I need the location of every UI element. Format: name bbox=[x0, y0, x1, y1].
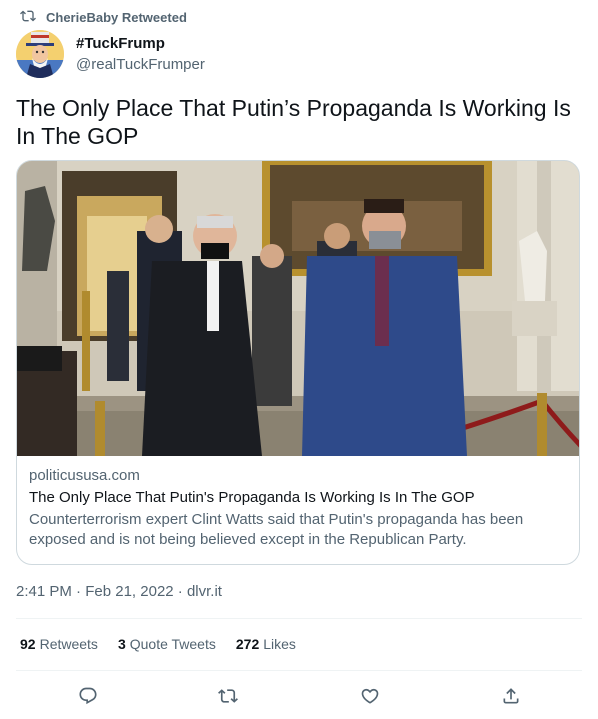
tweet-source[interactable]: dlvr.it bbox=[187, 583, 222, 600]
retweet-indicator[interactable]: CherieBaby Retweeted bbox=[20, 8, 187, 26]
likes-count: 272 bbox=[235, 636, 260, 652]
user-handle[interactable]: @realTuckFrumper bbox=[76, 55, 205, 74]
card-domain[interactable]: politicususa.com bbox=[29, 466, 567, 486]
retweet-button[interactable] bbox=[214, 682, 242, 710]
separator: · bbox=[76, 583, 82, 600]
tweet-actions bbox=[0, 682, 598, 710]
like-icon bbox=[361, 688, 379, 704]
retweets-count: 92 bbox=[20, 636, 36, 652]
tweet-time[interactable]: 2:41 PM bbox=[16, 583, 72, 600]
card-title[interactable]: The Only Place That Putin's Propaganda I… bbox=[29, 488, 567, 508]
share-button[interactable] bbox=[497, 682, 525, 710]
retweet-icon bbox=[218, 689, 238, 703]
reply-icon bbox=[79, 687, 97, 705]
retweet-label[interactable]: CherieBaby Retweeted bbox=[46, 10, 187, 25]
likes-stat[interactable]: 272 Likes bbox=[236, 636, 296, 652]
tweet-author[interactable]: #TuckFrump @realTuckFrumper bbox=[16, 30, 205, 78]
like-button[interactable] bbox=[356, 682, 384, 710]
tweet-stats: 92 Retweets 3 Quote Tweets 272 Likes bbox=[20, 636, 296, 652]
retweets-stat[interactable]: 92 Retweets bbox=[20, 636, 98, 652]
separator: · bbox=[177, 583, 183, 600]
display-name[interactable]: #TuckFrump bbox=[76, 34, 205, 53]
retweet-icon bbox=[20, 8, 36, 27]
likes-label: Likes bbox=[263, 636, 296, 652]
quote-tweets-stat[interactable]: 3 Quote Tweets bbox=[118, 636, 216, 652]
tweet-date[interactable]: Feb 21, 2022 bbox=[85, 583, 173, 600]
card-image[interactable] bbox=[17, 161, 580, 456]
share-icon bbox=[503, 688, 519, 704]
divider bbox=[16, 670, 582, 671]
link-card[interactable]: politicususa.com The Only Place That Put… bbox=[16, 160, 580, 565]
tweet-timestamp[interactable]: 2:41 PM · Feb 21, 2022 · dlvr.it bbox=[16, 583, 222, 600]
tweet-text: The Only Place That Putin’s Propaganda I… bbox=[16, 95, 571, 149]
quote-tweets-label: Quote Tweets bbox=[129, 636, 216, 652]
card-description[interactable]: Counterterrorism expert Clint Watts said… bbox=[29, 510, 567, 550]
quote-tweets-count: 3 bbox=[117, 636, 126, 652]
uncle-sam-avatar-icon bbox=[16, 30, 64, 78]
avatar[interactable] bbox=[16, 30, 64, 78]
reply-button[interactable] bbox=[74, 682, 102, 710]
divider bbox=[16, 618, 582, 619]
retweets-label: Retweets bbox=[39, 636, 98, 652]
